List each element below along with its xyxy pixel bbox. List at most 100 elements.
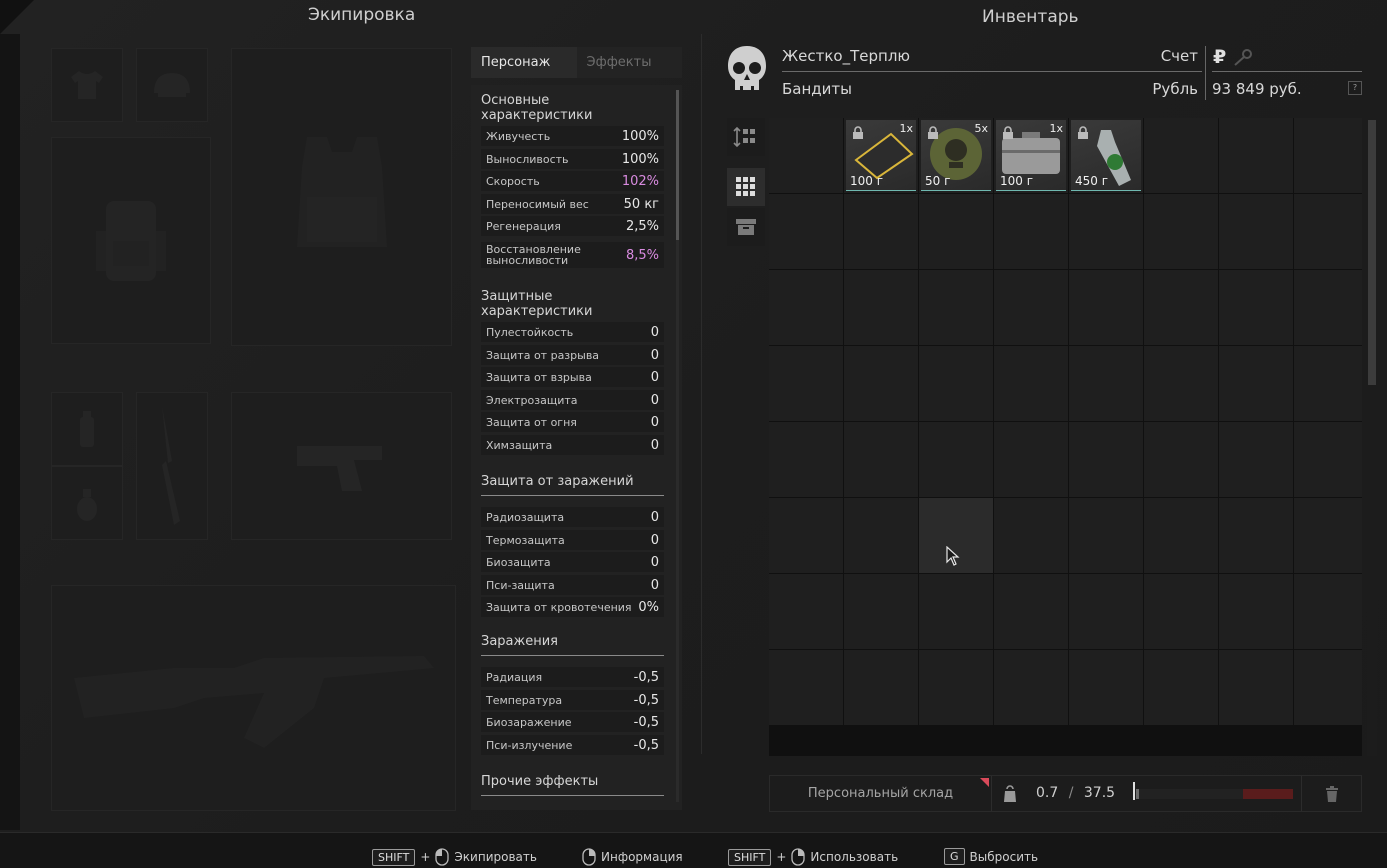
slot-pistol[interactable] <box>231 392 452 540</box>
inventory-item[interactable]: 1x 100 г <box>996 120 1066 191</box>
stat-row: Химзащита 0 <box>481 435 664 455</box>
grid-cell[interactable] <box>1219 574 1293 649</box>
sort-button[interactable] <box>727 118 765 156</box>
grid-cell[interactable] <box>994 498 1068 573</box>
grid-cell[interactable] <box>994 346 1068 421</box>
grid-cell[interactable] <box>1294 194 1362 269</box>
hint-label: Выбросить <box>969 849 1039 864</box>
grid-cell[interactable] <box>1219 194 1293 269</box>
grid-cell[interactable] <box>769 574 843 649</box>
grid-cell[interactable] <box>844 650 918 725</box>
slot-grenade-2[interactable] <box>51 466 123 540</box>
grid-cell[interactable] <box>844 422 918 497</box>
grid-cell[interactable]: 1x 100 г <box>994 118 1068 193</box>
grid-cell[interactable] <box>1144 194 1218 269</box>
grid-cell[interactable] <box>1294 574 1362 649</box>
grid-cell[interactable] <box>994 422 1068 497</box>
grid-cell[interactable] <box>769 498 843 573</box>
slot-head[interactable] <box>136 48 208 122</box>
grid-cell[interactable] <box>769 270 843 345</box>
grid-cell[interactable] <box>994 650 1068 725</box>
weight-current: 0.7 <box>1036 785 1059 801</box>
grid-cell[interactable] <box>1069 422 1143 497</box>
stat-row: Биозаражение -0,5 <box>481 712 664 732</box>
grid-cell[interactable] <box>1069 346 1143 421</box>
grid-cell[interactable] <box>1294 270 1362 345</box>
tab-character[interactable]: Персонаж <box>471 47 577 78</box>
grid-cell[interactable] <box>1144 574 1218 649</box>
grid-cell[interactable] <box>1294 118 1362 193</box>
slot-shirt[interactable] <box>51 48 123 122</box>
inventory-item[interactable]: 5x 50 г <box>921 120 991 191</box>
stat-label: Температура <box>486 693 563 707</box>
grid-cell[interactable] <box>1219 650 1293 725</box>
grid-cell[interactable] <box>844 574 918 649</box>
grid-cell[interactable] <box>1219 346 1293 421</box>
inventory-item[interactable]: 450 г <box>1071 120 1141 191</box>
grid-cell[interactable] <box>994 574 1068 649</box>
grid-cell[interactable] <box>1144 650 1218 725</box>
grid-cell[interactable] <box>769 194 843 269</box>
grid-cell[interactable] <box>1294 650 1362 725</box>
grid-cell[interactable] <box>1069 498 1143 573</box>
grid-cell[interactable] <box>919 346 993 421</box>
grid-cell[interactable] <box>1144 270 1218 345</box>
grid-cell[interactable] <box>1219 270 1293 345</box>
grid-cell[interactable] <box>769 650 843 725</box>
inventory-item[interactable]: 1x 100 г <box>846 120 916 191</box>
grid-view-button[interactable] <box>727 168 765 206</box>
grid-cell[interactable] <box>769 346 843 421</box>
hint-use: SHIFT + Использовать <box>728 848 898 866</box>
help-button[interactable]: ? <box>1348 81 1362 95</box>
inventory-scrollbar[interactable] <box>1367 118 1377 756</box>
grid-cell[interactable] <box>769 422 843 497</box>
personal-storage-button[interactable]: Персональный склад <box>770 776 992 811</box>
grid-cell[interactable] <box>919 270 993 345</box>
stats-scrollbar[interactable] <box>676 90 679 802</box>
slot-armor[interactable] <box>231 48 452 346</box>
grid-cell[interactable] <box>1144 498 1218 573</box>
grid-cell[interactable] <box>994 194 1068 269</box>
grid-cell[interactable] <box>1069 194 1143 269</box>
grid-cell[interactable]: 5x 50 г <box>919 118 993 193</box>
grid-cell[interactable] <box>844 270 918 345</box>
stat-row: Выносливость 100% <box>481 149 664 169</box>
grid-cell[interactable] <box>1294 498 1362 573</box>
grid-cell[interactable] <box>1294 346 1362 421</box>
grid-cell[interactable] <box>1219 422 1293 497</box>
grid-cell[interactable] <box>919 422 993 497</box>
grid-cell[interactable] <box>844 498 918 573</box>
stat-row: Радиозащита 0 <box>481 507 664 527</box>
grid-cell[interactable] <box>1294 422 1362 497</box>
grid-cell[interactable] <box>919 194 993 269</box>
tab-effects[interactable]: Эффекты <box>576 47 682 78</box>
slot-knife[interactable] <box>136 392 208 540</box>
slot-backpack[interactable] <box>51 137 211 344</box>
stats-scroll-thumb[interactable] <box>676 90 679 240</box>
panel-divider <box>701 34 702 754</box>
grid-cell[interactable] <box>919 650 993 725</box>
stat-value: 102% <box>621 173 659 189</box>
trash-button[interactable] <box>1301 776 1361 811</box>
grid-cell[interactable] <box>769 118 843 193</box>
grid-cell[interactable] <box>844 346 918 421</box>
grid-cell[interactable]: 450 г <box>1069 118 1143 193</box>
slot-primary-weapon[interactable] <box>51 585 456 811</box>
grid-cell[interactable] <box>1144 422 1218 497</box>
grid-cell[interactable] <box>1144 346 1218 421</box>
container-button[interactable] <box>727 208 765 246</box>
grid-cell[interactable] <box>1219 118 1293 193</box>
grid-cell[interactable] <box>919 574 993 649</box>
grid-cell[interactable]: 1x 100 г <box>844 118 918 193</box>
grid-cell[interactable] <box>1069 574 1143 649</box>
grid-icon <box>736 177 755 196</box>
grid-cell[interactable] <box>844 194 918 269</box>
lock-icon <box>1003 126 1013 139</box>
grid-cell[interactable] <box>1069 270 1143 345</box>
grid-cell[interactable] <box>994 270 1068 345</box>
inventory-scroll-thumb[interactable] <box>1368 120 1376 385</box>
grid-cell[interactable] <box>1219 498 1293 573</box>
grid-cell[interactable] <box>1069 650 1143 725</box>
slot-grenade-1[interactable] <box>51 392 123 466</box>
grid-cell[interactable] <box>1144 118 1218 193</box>
